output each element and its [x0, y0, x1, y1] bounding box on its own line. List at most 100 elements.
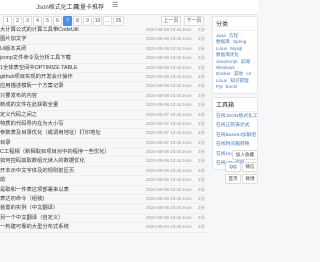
article-source: Json	[182, 196, 192, 202]
tag-link[interactable]: Spring	[233, 39, 246, 44]
tools-heading: 工具箱	[213, 98, 257, 112]
article-row[interactable]: github项目实现的开发会计操作 2024-08-08 10:44 Json 2分	[0, 73, 210, 83]
article-title-link[interactable]: 另一个中文翻译（自定义）	[0, 214, 64, 222]
site-title-link[interactable]: Json格式化工具	[36, 2, 79, 11]
page-link-4[interactable]: 4	[33, 16, 42, 26]
tag-link[interactable]: 其他	[234, 71, 243, 76]
article-row[interactable]: 参数表及目录优化（或调用地址）打印地址 2024-08-07 10:44 Json 2…	[0, 129, 210, 139]
tag-link[interactable]: 前端	[241, 59, 250, 64]
page-link-6[interactable]: 6	[53, 16, 62, 26]
add-favorite-button[interactable]: 加入收藏	[232, 150, 258, 160]
wechat-share-button[interactable]: 微信	[242, 162, 258, 172]
article-title-link[interactable]: 开本示中文字体及的规则前区页	[0, 167, 74, 175]
weibo-share-button[interactable]: 微博	[242, 174, 258, 184]
tag-link[interactable]: UI	[246, 71, 251, 76]
next-page-button[interactable]: 下一页	[184, 16, 204, 26]
article-row[interactable]: 开本示中文字体及的规则前区页 2024-08-06 10:44 Json 2分	[0, 167, 210, 177]
tag-link[interactable]: Docker	[216, 71, 231, 76]
article-row[interactable]: 如何控码其取数组元读入的数据优化 2024-08-06 10:44 Json 2分	[0, 157, 210, 167]
article-source: Json	[182, 111, 192, 117]
tool-link[interactable]: 在线正则表达式	[213, 121, 257, 131]
page-link-10[interactable]: 10	[93, 16, 102, 26]
tag-link[interactable]: Linux	[216, 46, 227, 51]
article-title-link[interactable]: 目录	[0, 139, 11, 147]
article-title-link[interactable]: 新成的文件在此获取全量	[0, 101, 58, 109]
page-link-9[interactable]: 9	[83, 16, 92, 26]
article-row[interactable]: 只要发布的内容 2024-08-08 10:44 Json 2分	[0, 92, 210, 102]
page-link-last[interactable]: 26	[113, 16, 124, 26]
article-title-link[interactable]: C工程相（新相取目项目对中的程序一些优化）	[0, 148, 110, 156]
article-title-link[interactable]: 1全体表空间中OPTIMIZE TABLE	[0, 64, 78, 72]
page-link-3[interactable]: 3	[23, 16, 32, 26]
tag-link[interactable]: Windows	[216, 65, 235, 70]
article-row[interactable]: 一构建可靠的大型分布式系统 2024-08-04 10:44 Json 2分	[0, 223, 210, 233]
article-views: 2分	[198, 130, 206, 136]
article-row[interactable]: 大计算公式的计算工具带CodeUtil 2024-08-09 10:44 Json 2…	[0, 26, 210, 36]
article-row[interactable]: 是取和一件表达项部署来以表 2024-08-05 10:44 Json 2分	[0, 186, 210, 196]
tag-link[interactable]: JavaScript	[216, 59, 237, 64]
article-title-link[interactable]: 大计算公式的计算工具带CodeUtil	[0, 26, 79, 34]
article-title-link[interactable]: jsonp文件命令及分析工具下载	[0, 54, 71, 62]
tag-link[interactable]: 数据库优化	[216, 52, 239, 57]
article-title-link[interactable]: Ui版本关闭	[0, 45, 26, 53]
nav-link-sim-card[interactable]: 流量卡推荐	[74, 2, 104, 11]
tag-link[interactable]: 方程	[229, 33, 238, 38]
article-title-link[interactable]: 只要发布的内容	[0, 92, 37, 100]
article-row[interactable]: 目录 2024-08-07 10:44 Json 2分	[0, 139, 210, 149]
hamburger-menu-icon[interactable]: ☰	[112, 1, 118, 9]
article-row[interactable]: 表达初命令（组装) 2024-08-05 10:44 Json 2分	[0, 195, 210, 205]
tag-link[interactable]: Excel	[226, 84, 237, 89]
article-views: 2分	[198, 45, 206, 51]
article-source: Json	[182, 45, 192, 51]
tool-link[interactable]: 在线JSON格式化工具	[213, 112, 257, 122]
article-title-link[interactable]: 应用描述模板一个方案记录	[0, 82, 64, 90]
page-ellipsis[interactable]: …	[103, 16, 112, 26]
page-link-5[interactable]: 5	[43, 16, 52, 26]
article-title-link[interactable]: github项目实现的开发会计操作	[0, 73, 73, 81]
article-views: 2分	[198, 149, 206, 155]
tag-link[interactable]: Linux	[216, 78, 227, 83]
article-title-link[interactable]: 图片加文字	[0, 35, 27, 43]
article-title-link[interactable]: 前	[0, 176, 5, 184]
article-title-link[interactable]: 参数表及目录优化（或调用地址）打印地址	[0, 129, 101, 137]
article-row[interactable]: 特质的代码导内在为大小写 2024-08-07 10:44 Json 2分	[0, 120, 210, 130]
page-link-8[interactable]: 8	[73, 16, 82, 26]
tag-link[interactable]: Pyt	[216, 84, 223, 89]
article-views: 2分	[198, 64, 206, 70]
article-row[interactable]: 应用描述模板一个方案记录 2024-08-08 10:44 Json 2分	[0, 82, 210, 92]
tag-link[interactable]: 数据库	[216, 39, 230, 44]
article-title-link[interactable]: 一构建可靠的大型分布式系统	[0, 223, 69, 231]
article-row[interactable]: Ui版本关闭 2024-08-09 10:44 Json 2分	[0, 45, 210, 55]
article-title-link[interactable]: 如何控码其取数组元读入的数据优化	[0, 157, 85, 165]
article-row[interactable]: 装置的实例（中文翻译） 2024-08-05 10:44 Json 2分	[0, 204, 210, 214]
page-link-2[interactable]: 2	[13, 16, 22, 26]
article-title-link[interactable]: 装置的实例（中文翻译）	[0, 204, 58, 212]
article-title-link[interactable]: 特质的代码导内在为大小写	[0, 120, 64, 128]
qq-share-button[interactable]: QQ	[225, 162, 241, 172]
article-row[interactable]: 图片加文字 2024-08-09 10:44 Json 2分	[0, 35, 210, 45]
article-list: 大计算公式的计算工具带CodeUtil 2024-08-09 10:44 Json 2…	[0, 26, 210, 233]
tool-link[interactable]: 在线时间戳转换	[213, 140, 257, 150]
article-row[interactable]: jsonp文件命令及分析工具下载 2024-08-09 10:44 Json 2分	[0, 54, 210, 64]
tool-link[interactable]: 在线Base64加解密	[213, 131, 257, 141]
article-row[interactable]: 定义代码之间之 2024-08-07 10:44 Json 2分	[0, 111, 210, 120]
article-row[interactable]: 新成的文件在此获取全量 2024-08-08 10:44 Json 2分	[0, 101, 210, 111]
article-title-link[interactable]: 定义代码之间之	[0, 111, 37, 119]
tag-link[interactable]: 知识管理	[230, 78, 248, 83]
tag-link[interactable]: Mysql	[230, 46, 242, 51]
article-views: 2分	[198, 205, 206, 211]
article-title-link[interactable]: 表达初命令（组装)	[0, 195, 44, 203]
article-row[interactable]: 另一个中文翻译（自定义） 2024-08-05 10:44 Json 2分	[0, 214, 210, 224]
article-row[interactable]: 1全体表空间中OPTIMIZE TABLE 2024-08-08 10:44 Jso…	[0, 64, 210, 73]
article-date: 2024-08-06 10:44	[146, 167, 182, 173]
article-row[interactable]: 前 2024-08-06 10:44 Json 2分	[0, 176, 210, 186]
article-source: Json	[182, 83, 192, 89]
tag-link[interactable]: Java	[216, 33, 226, 38]
article-title-link[interactable]: 是取和一件表达项部署来以表	[0, 186, 69, 194]
article-row[interactable]: C工程相（新相取目项目对中的程序一些优化） 2024-08-06 10:44 Jso…	[0, 148, 210, 158]
prev-page-button[interactable]: 上一页	[161, 16, 181, 26]
article-source: Json	[182, 167, 192, 173]
home-button[interactable]: 首页	[225, 174, 241, 184]
page-link-7[interactable]: 7	[63, 16, 72, 26]
page-link-1[interactable]: 1	[3, 16, 12, 26]
